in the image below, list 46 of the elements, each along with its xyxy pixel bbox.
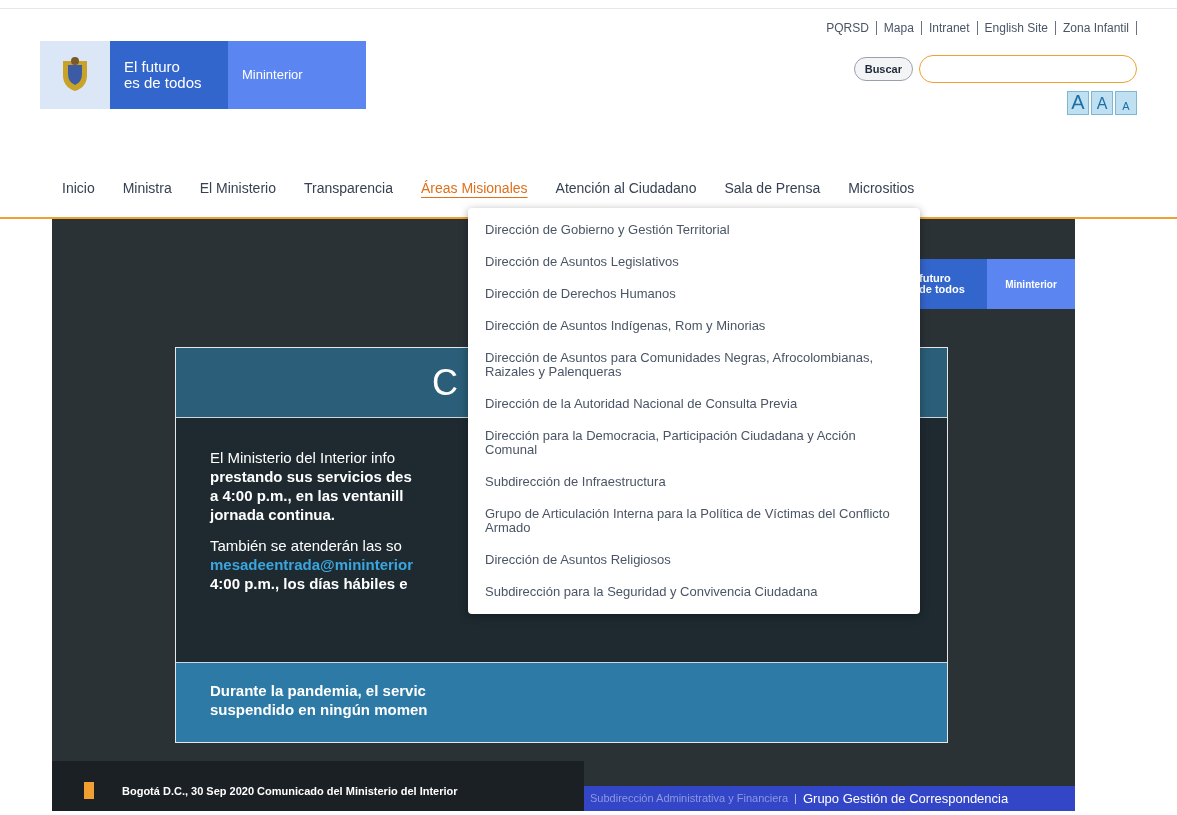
dropdown-item[interactable]: Grupo de Articulación Interna para la Política de Víctimas del Conflicto Armado <box>468 498 920 544</box>
dropdown-item[interactable]: Dirección de la Autoridad Nacional de Consulta Previa <box>468 388 920 420</box>
notice-paragraph: 4:00 p.m., los días hábiles e <box>210 574 409 593</box>
ticker-marker-icon <box>84 782 94 799</box>
dropdown-item[interactable]: Dirección de Asuntos para Comunidades Negras, Afrocolombianas, Raizales y Palenqueras <box>468 342 920 388</box>
nav-link[interactable]: Ministra <box>108 177 186 199</box>
ticker-separator: | <box>794 791 797 807</box>
dropdown-item[interactable]: Subdirección para la Seguridad y Convivencia Ciudadana <box>468 576 920 608</box>
ticker-text: Bogotá D.C., 30 Sep 2020 Comunicado del Ministerio del Interior <box>122 783 458 799</box>
notice-paragraph: También se atenderán las so <box>210 536 403 555</box>
nav-link[interactable]: El Ministerio <box>185 177 290 199</box>
top-link[interactable]: Intranet <box>921 19 977 37</box>
top-link[interactable]: PQRSD <box>819 19 876 37</box>
dropdown-item[interactable]: Dirección para la Democracia, Participación Ciudadana y Acción Comunal <box>468 420 920 466</box>
font-size-button[interactable]: A <box>1067 91 1089 115</box>
notice-title: C <box>432 360 458 405</box>
ticker-faded-text: Subdirección Administrativa y Financiera <box>590 791 789 807</box>
notice-footer: Durante la pandemia, el servic suspendido en ningún momen <box>210 681 460 719</box>
top-link[interactable]: English Site <box>977 19 1055 37</box>
top-link[interactable]: Mapa <box>876 19 921 37</box>
ticker-text: Grupo Gestión de Correspondencia <box>802 789 1009 808</box>
brand-name: Mininterior <box>1005 277 1057 292</box>
dropdown-item[interactable]: Subdirección de Infraestructura <box>468 466 920 498</box>
slogan-text: futuro <box>919 273 952 284</box>
slogan-text: de todos <box>919 284 966 295</box>
brand-name: Mininterior <box>242 66 303 85</box>
dropdown-item[interactable]: Dirección de Asuntos Indígenas, Rom y Minorias <box>468 310 920 342</box>
notice-paragraph: El Ministerio del Interior info prestando sus servicios des a 4:00 p.m., en las ventanill jornada continua. <box>210 448 413 524</box>
font-size-button[interactable]: A <box>1115 91 1137 115</box>
nav-link[interactable]: Atención al Ciudadano <box>541 177 711 199</box>
nav-link[interactable]: Inicio <box>48 177 109 199</box>
dropdown-item[interactable]: Dirección de Asuntos Legislativos <box>468 246 920 278</box>
search-field[interactable] <box>919 55 1137 83</box>
search-button[interactable]: Buscar <box>853 56 913 82</box>
nav-link[interactable]: Transparencia <box>289 177 407 199</box>
nav-link[interactable]: Sala de Prensa <box>710 177 835 199</box>
dropdown-item[interactable]: Dirección de Derechos Humanos <box>468 278 920 310</box>
top-link[interactable]: Zona Infantil <box>1055 19 1136 37</box>
email-link[interactable]: mesadeentrada@mininterior <box>210 555 460 574</box>
dropdown-item[interactable]: Dirección de Gobierno y Gestión Territorial <box>468 214 920 246</box>
slogan-text: es de todos <box>124 75 203 91</box>
dropdown-item[interactable]: Dirección de Asuntos Religiosos <box>468 544 920 576</box>
font-size-button[interactable]: A <box>1091 91 1113 115</box>
nav-link[interactable]: Micrositios <box>834 177 929 199</box>
coat-of-arms-icon <box>40 41 110 109</box>
slogan-text: El futuro <box>124 59 181 75</box>
